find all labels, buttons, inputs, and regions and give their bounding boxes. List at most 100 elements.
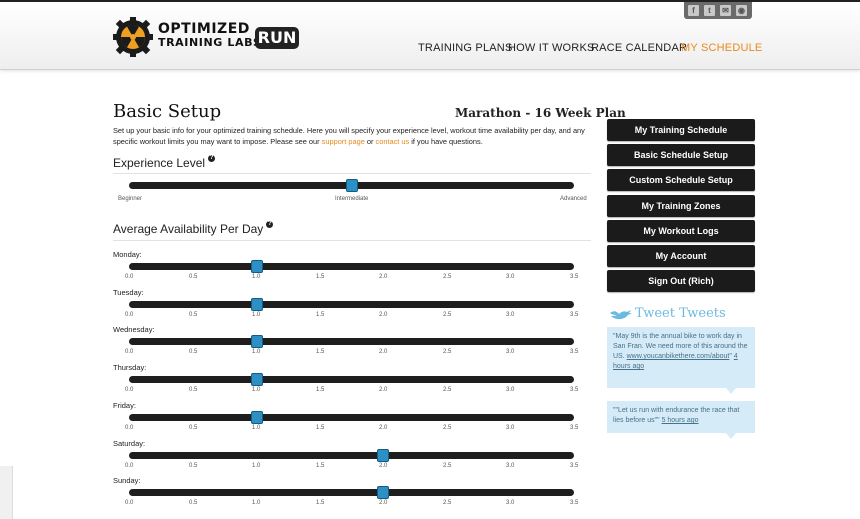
availability-slider-handle[interactable]: [251, 335, 263, 349]
tick-label: 3.5: [570, 387, 579, 394]
tick-label: 2.5: [443, 349, 452, 356]
tweet-item: "May 9th is the annual bike to work day …: [607, 327, 755, 388]
tick-label: 2.0: [379, 387, 388, 394]
experience-level-title: Experience Level?: [113, 155, 216, 170]
tick-label: 1.5: [316, 311, 325, 318]
tick-label: 0.5: [189, 349, 198, 356]
tick-label: 3.0: [506, 387, 515, 394]
tick-label: 3.0: [506, 500, 515, 507]
tick-label: 0.0: [125, 311, 134, 318]
tweet-time[interactable]: 5 hours ago: [662, 417, 699, 424]
page-title: Basic Setup: [113, 101, 222, 122]
tick-label: 2.0: [379, 500, 388, 507]
nav-my-schedule[interactable]: MY SCHEDULE: [681, 42, 762, 54]
tick-label: 3.0: [506, 274, 515, 280]
day-label: Saturday:: [113, 438, 146, 448]
tick-label: 0.5: [189, 387, 198, 394]
availability-slider-track[interactable]: [129, 376, 574, 384]
availability-slider-track[interactable]: [129, 338, 574, 346]
tick-label: 0.5: [189, 500, 198, 507]
tick-label: 1.0: [252, 424, 261, 431]
availability-slider-handle[interactable]: [377, 486, 389, 500]
tweet-tail: [726, 388, 736, 394]
tick-label: 2.0: [379, 462, 388, 469]
tick-label: 3.0: [506, 424, 515, 431]
tick-label: 2.5: [443, 424, 452, 431]
site-header: OPTIMIZED TRAINING LABS RUN f t ✉ ◉ TRAI…: [0, 2, 860, 70]
availability-heading: Average Availability Per Day: [113, 222, 264, 236]
tick-label: 0.0: [125, 500, 134, 507]
tick-label: 0.5: [189, 311, 198, 318]
tick-label: 1.0: [252, 462, 261, 469]
availability-slider-track[interactable]: [129, 263, 574, 270]
tweet-item: ""Let us run with endurance the race tha…: [607, 401, 755, 433]
availability-slider-track[interactable]: [129, 413, 574, 421]
tick-label: 2.0: [379, 274, 388, 280]
tick-label: 2.5: [443, 462, 452, 469]
facebook-icon[interactable]: f: [688, 5, 699, 16]
tick-label: 0.0: [125, 349, 134, 356]
experience-level-heading: Experience Level: [113, 156, 206, 170]
gear-logo-icon: [113, 17, 153, 57]
tick-label: 0.0: [125, 274, 134, 280]
tick-label: 1.0: [252, 387, 261, 394]
site-logo[interactable]: OPTIMIZED TRAINING LABS RUN: [113, 17, 303, 59]
tick-label: 3.0: [506, 349, 515, 356]
tick-label: 2.5: [443, 274, 452, 280]
tweet-link[interactable]: www.youcanbikethere.com/about: [627, 353, 730, 360]
logo-text: OPTIMIZED TRAINING LABS: [158, 22, 262, 50]
contact-us-link[interactable]: contact us: [376, 137, 410, 146]
tick-label: 1.0: [252, 500, 261, 507]
logo-line-2: TRAINING LABS: [158, 36, 262, 49]
rss-icon[interactable]: ◉: [736, 5, 747, 16]
tick-label: 2.0: [379, 349, 388, 356]
support-page-link[interactable]: support page: [322, 137, 365, 146]
availability-slider-handle[interactable]: [251, 410, 263, 424]
tick-label: 1.5: [316, 387, 325, 394]
sidebar-my-account-button[interactable]: My Account: [607, 245, 755, 267]
twitter-icon[interactable]: t: [704, 5, 715, 16]
day-label: Tuesday:: [113, 287, 144, 297]
sidebar-my-training-zones-button[interactable]: My Training Zones: [607, 194, 755, 217]
tick-label: 1.5: [316, 462, 325, 469]
tick-label: 1.5: [316, 500, 325, 507]
sidebar-my-workout-logs-button[interactable]: My Workout Logs: [607, 219, 755, 242]
tweet-tail: [726, 433, 736, 439]
email-icon[interactable]: ✉: [720, 5, 731, 16]
experience-label-advanced: Advanced: [560, 196, 587, 202]
availability-slider-track[interactable]: [129, 300, 574, 308]
tick-label: 3.0: [506, 311, 515, 318]
divider: [113, 240, 591, 241]
tick-label: 3.5: [570, 424, 579, 431]
availability-slider-handle[interactable]: [377, 448, 389, 462]
tick-label: 0.5: [189, 274, 198, 280]
nav-training-plans[interactable]: TRAINING PLANS: [418, 42, 513, 54]
tick-label: 3.5: [570, 500, 579, 507]
availability-slider-track[interactable]: [129, 489, 574, 497]
sidebar-custom-schedule-setup-button[interactable]: Custom Schedule Setup: [607, 169, 755, 192]
day-label: Sunday:: [113, 476, 141, 486]
tick-label: 3.5: [570, 462, 579, 469]
nav-race-calendar[interactable]: RACE CALENDAR: [591, 42, 687, 54]
help-icon[interactable]: ?: [266, 221, 274, 228]
plan-label: Marathon - 16 Week Plan: [455, 106, 626, 120]
availability-slider-handle[interactable]: [251, 260, 263, 273]
experience-slider-handle[interactable]: [345, 179, 358, 192]
tick-label: 2.0: [379, 311, 388, 318]
sidebar-sign-out-button[interactable]: Sign Out (Rich): [607, 270, 755, 293]
availability-slider-handle[interactable]: [251, 297, 263, 311]
sidebar-basic-schedule-setup-button[interactable]: Basic Schedule Setup: [607, 144, 755, 167]
tick-label: 1.0: [252, 274, 261, 280]
tick-label: 2.5: [443, 500, 452, 507]
availability-slider-track[interactable]: [129, 451, 574, 459]
help-icon[interactable]: ?: [208, 155, 216, 162]
tick-label: 1.5: [316, 274, 325, 280]
day-label: Monday:: [113, 250, 142, 259]
tick-label: 2.0: [379, 424, 388, 431]
nav-how-it-works[interactable]: HOW IT WORKS: [508, 42, 595, 54]
twitter-bird-icon: [610, 310, 632, 320]
social-links: f t ✉ ◉: [684, 2, 752, 19]
sidebar-my-training-schedule-button[interactable]: My Training Schedule: [607, 119, 755, 141]
availability-title: Average Availability Per Day?: [113, 221, 274, 236]
availability-slider-handle[interactable]: [251, 373, 263, 387]
